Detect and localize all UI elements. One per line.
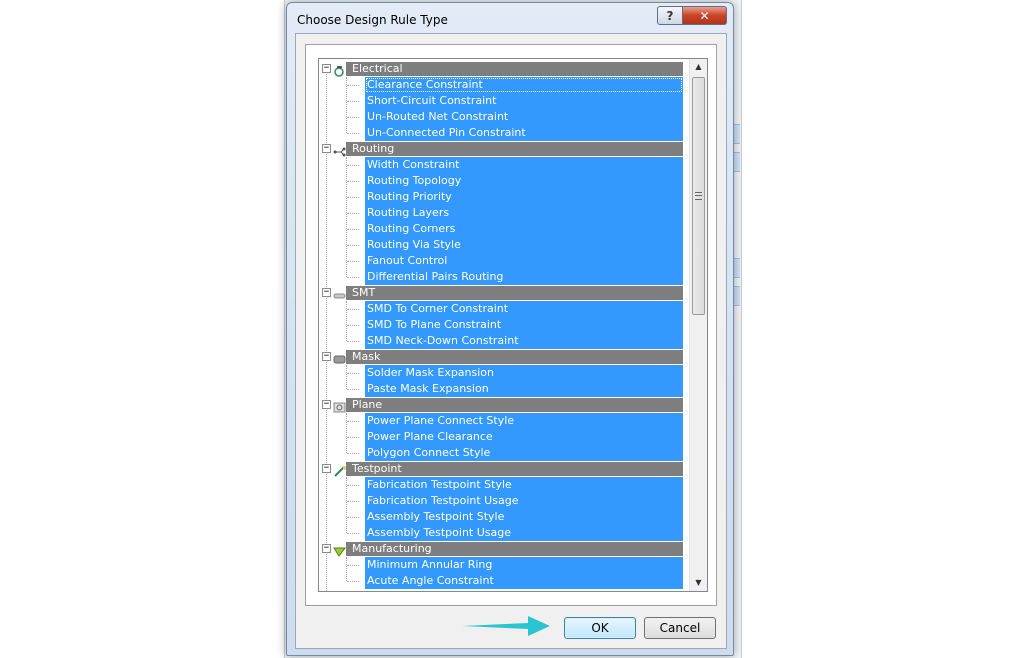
tree-category-mask[interactable]: Mask xyxy=(346,350,683,364)
tree-connector xyxy=(347,85,359,86)
tree-connector xyxy=(347,501,359,502)
tree-connector xyxy=(347,245,359,246)
expander-routing-icon[interactable]: − xyxy=(322,144,331,153)
expander-plane-icon[interactable]: − xyxy=(322,400,331,409)
tree-item[interactable]: Routing Corners xyxy=(365,221,683,237)
electrical-icon xyxy=(333,62,346,77)
manufacturing-icon xyxy=(333,542,346,557)
scroll-down-arrow[interactable]: ▼ xyxy=(690,575,707,591)
tree-connector xyxy=(347,261,359,262)
tree-connector xyxy=(347,229,359,230)
tree-connector xyxy=(347,533,359,534)
tree-category-smt[interactable]: SMT xyxy=(346,286,683,300)
close-icon: ✕ xyxy=(699,8,710,23)
tree-connector xyxy=(347,453,359,454)
tree-item[interactable]: SMD To Plane Constraint xyxy=(365,317,683,333)
tree-item[interactable]: Fabrication Testpoint Style xyxy=(365,477,683,493)
cancel-button[interactable]: Cancel xyxy=(644,617,716,639)
tree-item[interactable]: Width Constraint xyxy=(365,157,683,173)
expander-mask-icon[interactable]: − xyxy=(322,352,331,361)
dialog-client-area: ▲ ▼ − Electrical Clearance Constraint Short… xyxy=(295,33,727,649)
tree-connector xyxy=(347,565,359,566)
expander-manufacturing-icon[interactable]: − xyxy=(322,544,331,553)
tree-connector xyxy=(347,213,359,214)
tree-connector xyxy=(347,421,359,422)
scroll-thumb[interactable] xyxy=(692,77,705,315)
ok-button[interactable]: OK xyxy=(564,617,636,639)
expander-electrical-icon[interactable]: − xyxy=(322,64,331,73)
tree-item[interactable]: Un-Connected Pin Constraint xyxy=(365,125,683,141)
tree-connector xyxy=(347,309,359,310)
tree-connector xyxy=(347,165,359,166)
tree-connector xyxy=(347,101,359,102)
tree-connector xyxy=(347,517,359,518)
tree-item[interactable]: Routing Priority xyxy=(365,189,683,205)
tree-connector xyxy=(346,557,347,581)
tree-connector xyxy=(346,413,347,453)
tree-connector xyxy=(347,133,359,134)
tree-item[interactable]: Minimum Annular Ring xyxy=(365,557,683,573)
rule-type-tree[interactable]: ▲ ▼ − Electrical Clearance Constraint Short… xyxy=(318,58,708,592)
plane-icon xyxy=(333,398,346,413)
pointer-arrow-annotation xyxy=(462,616,550,636)
tree-item[interactable]: Acute Angle Constraint xyxy=(365,573,683,589)
scroll-up-arrow[interactable]: ▲ xyxy=(690,59,707,75)
testpoint-icon xyxy=(333,462,346,477)
tree-item[interactable]: Fanout Control xyxy=(365,253,683,269)
title-bar-buttons: ? ✕ xyxy=(657,6,727,25)
tree-item[interactable]: Differential Pairs Routing xyxy=(365,269,683,285)
tree-vertical-scrollbar[interactable]: ▲ ▼ xyxy=(689,59,707,591)
tree-item[interactable]: Polygon Connect Style xyxy=(365,445,683,461)
tree-category-manufacturing[interactable]: Manufacturing xyxy=(346,542,683,556)
tree-connector xyxy=(347,277,359,278)
tree-category-testpoint[interactable]: Testpoint xyxy=(346,462,683,476)
tree-connector xyxy=(347,373,359,374)
tree-connector xyxy=(346,301,347,341)
tree-connector xyxy=(347,485,359,486)
rule-type-panel: ▲ ▼ − Electrical Clearance Constraint Short… xyxy=(305,44,717,606)
tree-category-plane[interactable]: Plane xyxy=(346,398,683,412)
tree-item[interactable]: Assembly Testpoint Usage xyxy=(365,525,683,541)
mask-icon xyxy=(333,350,346,364)
tree-connector xyxy=(347,197,359,198)
tree-item[interactable]: Paste Mask Expansion xyxy=(365,381,683,397)
tree-connector xyxy=(347,325,359,326)
tree-item[interactable]: SMD To Corner Constraint xyxy=(365,301,683,317)
tree-item[interactable]: Power Plane Connect Style xyxy=(365,413,683,429)
tree-item[interactable]: Un-Routed Net Constraint xyxy=(365,109,683,125)
expander-smt-icon[interactable]: − xyxy=(322,288,331,297)
tree-connector xyxy=(346,365,347,389)
help-button[interactable]: ? xyxy=(657,6,683,25)
tree-connector xyxy=(346,77,347,133)
tree-item[interactable]: Power Plane Clearance xyxy=(365,429,683,445)
close-button[interactable]: ✕ xyxy=(683,6,727,25)
expander-testpoint-icon[interactable]: − xyxy=(322,464,331,473)
tree-connector xyxy=(346,157,347,277)
tree-item[interactable]: Assembly Testpoint Style xyxy=(365,509,683,525)
tree-item[interactable]: Routing Topology xyxy=(365,173,683,189)
tree-item[interactable]: Short-Circuit Constraint xyxy=(365,93,683,109)
tree-connector xyxy=(347,389,359,390)
tree-item[interactable]: Routing Via Style xyxy=(365,237,683,253)
arrow-icon xyxy=(462,616,550,636)
tree-connector xyxy=(347,341,359,342)
smt-icon xyxy=(333,286,346,299)
tree-item[interactable]: Fabrication Testpoint Usage xyxy=(365,493,683,509)
choose-design-rule-type-dialog: Choose Design Rule Type ? ✕ ▲ ▼ − Electri… xyxy=(286,2,734,656)
tree-item[interactable]: SMD Neck-Down Constraint xyxy=(365,333,683,349)
tree-item[interactable]: Solder Mask Expansion xyxy=(365,365,683,381)
tree-connector xyxy=(347,437,359,438)
tree-connector xyxy=(346,477,347,533)
routing-icon xyxy=(333,142,346,157)
tree-category-electrical[interactable]: Electrical xyxy=(346,62,683,76)
tree-connector xyxy=(347,117,359,118)
grip-icon xyxy=(695,192,702,200)
dialog-title: Choose Design Rule Type xyxy=(297,13,448,27)
tree-connector xyxy=(347,181,359,182)
tree-item[interactable]: Routing Layers xyxy=(365,205,683,221)
tree-item[interactable]: Clearance Constraint xyxy=(365,77,683,93)
tree-category-routing[interactable]: Routing xyxy=(346,142,683,156)
tree-connector xyxy=(347,581,359,582)
